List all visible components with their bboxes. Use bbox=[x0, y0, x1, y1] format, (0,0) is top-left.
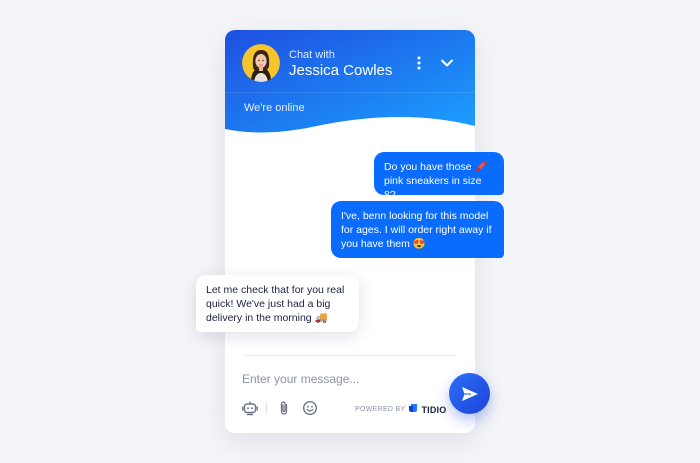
chat-with-label: Chat with bbox=[289, 49, 335, 61]
bot-icon[interactable] bbox=[242, 400, 258, 416]
send-button[interactable] bbox=[449, 373, 490, 414]
powered-by[interactable]: POWERED BY TIDIO bbox=[355, 403, 446, 417]
smiley-icon[interactable] bbox=[302, 400, 318, 416]
tidio-logo-icon bbox=[408, 403, 418, 417]
agent-avatar bbox=[242, 44, 280, 82]
toolbar-separator bbox=[266, 402, 267, 414]
online-status: We're online bbox=[244, 102, 305, 114]
paper-plane-icon bbox=[462, 387, 478, 401]
message-input[interactable] bbox=[242, 370, 422, 388]
agent-message: Let me check that for you real quick! We… bbox=[196, 275, 359, 332]
composer-divider bbox=[244, 355, 456, 356]
vertical-dots-icon[interactable] bbox=[413, 55, 425, 71]
agent-name: Jessica Cowles bbox=[289, 62, 393, 79]
chat-header: Chat with Jessica Cowles We're online bbox=[225, 30, 475, 160]
chevron-down-icon[interactable] bbox=[439, 56, 455, 70]
powered-by-label: POWERED BY bbox=[355, 406, 406, 413]
paperclip-icon[interactable] bbox=[276, 400, 292, 416]
visitor-message: I've, benn looking for this model for ag… bbox=[331, 201, 504, 258]
brand-name: TIDIO bbox=[421, 405, 447, 415]
visitor-message: Do you have those 🖍️ pink sneakers in si… bbox=[374, 152, 504, 201]
